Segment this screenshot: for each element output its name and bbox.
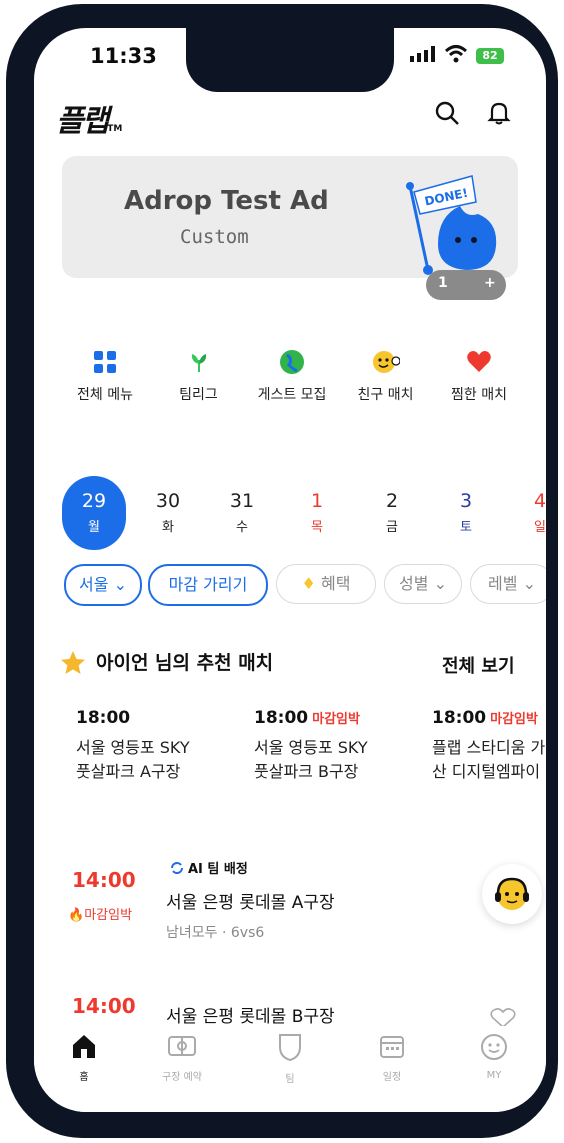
match-venue[interactable]: 서울 은평 롯데몰 B구장 [166, 1002, 335, 1027]
app-screen: 11:33 82 플랩TM Adrop Test Ad Custom DONE!… [34, 28, 546, 1112]
wifi-icon [444, 45, 468, 63]
star-icon [61, 651, 85, 674]
status-time: 11:33 [90, 44, 157, 68]
search-icon[interactable] [434, 100, 460, 126]
filter-benefit-chip[interactable]: ♦ 혜택 [276, 564, 376, 604]
date-item[interactable]: 30 화 [136, 476, 200, 550]
bottom-tab-bar: 홈 구장 예약 팀 일정 MY [34, 1026, 546, 1112]
ad-subtitle: Custom [180, 226, 249, 248]
profile-icon [481, 1034, 507, 1060]
date-item[interactable]: 4일 [508, 476, 546, 550]
globe-icon [278, 348, 306, 376]
heart-icon [465, 348, 493, 376]
match-time: 14:00 [72, 868, 136, 892]
menu-item-all[interactable]: 전체 메뉴 [62, 348, 148, 404]
bell-icon[interactable] [486, 100, 512, 126]
recommended-card[interactable]: 18:00 마감임박 플랩 스타디움 가산 디지털엠파이 [432, 708, 546, 784]
date-item[interactable]: 29 월 [62, 476, 126, 550]
date-item[interactable]: 2금 [360, 476, 424, 550]
recommended-card[interactable]: 18:00 마감임박 서울 영등포 SKY 풋살파크 B구장 [254, 708, 434, 784]
match-meta: 남녀모두 · 6vs6 [166, 925, 265, 941]
recommended-card[interactable]: 18:00 서울 영등포 SKY 풋살파크 A구장 [76, 708, 256, 784]
smiley-icon [372, 348, 400, 376]
done-mascot-illustration: DONE! [406, 175, 497, 275]
home-icon [73, 1035, 95, 1058]
date-selector: 29 월 30 화 31 수 1목 2금 3토 4일 [62, 476, 546, 550]
chevron-down-icon: ⌄ [433, 574, 447, 593]
ai-team-tag: AI 팀 배정 [170, 858, 248, 877]
match-venue[interactable]: 서울 은평 롯데몰 A구장 [166, 888, 335, 913]
filter-gender-chip[interactable]: 성별 ⌄ [384, 564, 462, 604]
tab-field-booking[interactable]: 구장 예약 [142, 1032, 222, 1083]
date-item[interactable]: 1목 [285, 476, 349, 550]
support-chatbot-button[interactable] [482, 864, 542, 924]
chevron-down-icon: ⌄ [522, 574, 536, 593]
menu-item-guest-recruit[interactable]: 게스트 모집 [249, 348, 335, 404]
fire-icon: 🔥 [68, 908, 85, 923]
grid-icon [91, 348, 119, 376]
calendar-icon [380, 1036, 404, 1058]
like-heart-outline-icon[interactable] [490, 1008, 516, 1028]
battery-indicator: 82 [476, 48, 504, 64]
quick-menu: 전체 메뉴 팀리그 게스트 모집 친구 매치 찜한 매치 [62, 348, 522, 404]
headset-mascot-icon [495, 877, 529, 910]
field-icon [168, 1036, 196, 1056]
app-logo[interactable]: 플랩TM [56, 96, 122, 140]
ad-title: Adrop Test Ad [124, 186, 329, 216]
gem-icon: ♦ [301, 574, 316, 593]
tab-schedule[interactable]: 일정 [352, 1032, 432, 1083]
urgent-badge: 🔥마감임박 [68, 908, 133, 923]
refresh-icon [171, 862, 183, 874]
phone-frame: 11:33 82 플랩TM Adrop Test Ad Custom DONE!… [6, 4, 558, 1138]
menu-item-team-league[interactable]: 팀리그 [156, 348, 242, 404]
ad-page-counter[interactable]: 1 + [426, 270, 506, 300]
see-all-link[interactable]: 전체 보기 [442, 652, 515, 678]
filter-level-chip[interactable]: 레벨 ⌄ [470, 564, 546, 604]
filter-region-chip[interactable]: 서울 ⌄ [64, 564, 142, 606]
leaf-icon [185, 348, 213, 376]
menu-item-friend-match[interactable]: 친구 매치 [343, 348, 429, 404]
filter-chips: 서울 ⌄ 마감 가리기 ♦ 혜택 성별 ⌄ 레벨 ⌄ [64, 564, 546, 606]
date-item[interactable]: 3토 [434, 476, 498, 550]
recommended-title: 아이언 님의 추천 매치 [96, 652, 274, 674]
chevron-down-icon: ⌄ [113, 575, 127, 594]
notch [186, 28, 394, 92]
shield-icon [279, 1034, 301, 1062]
tab-team[interactable]: 팀 [250, 1032, 330, 1085]
cellular-signal-icon [410, 46, 435, 62]
ad-banner[interactable]: Adrop Test Ad Custom DONE! [62, 156, 518, 278]
tab-my[interactable]: MY [454, 1032, 534, 1081]
menu-item-liked-match[interactable]: 찜한 매치 [436, 348, 522, 404]
match-time: 14:00 [72, 994, 136, 1018]
date-item[interactable]: 31 수 [210, 476, 274, 550]
tab-home[interactable]: 홈 [44, 1032, 124, 1083]
filter-hide-closed-chip[interactable]: 마감 가리기 [148, 564, 268, 606]
